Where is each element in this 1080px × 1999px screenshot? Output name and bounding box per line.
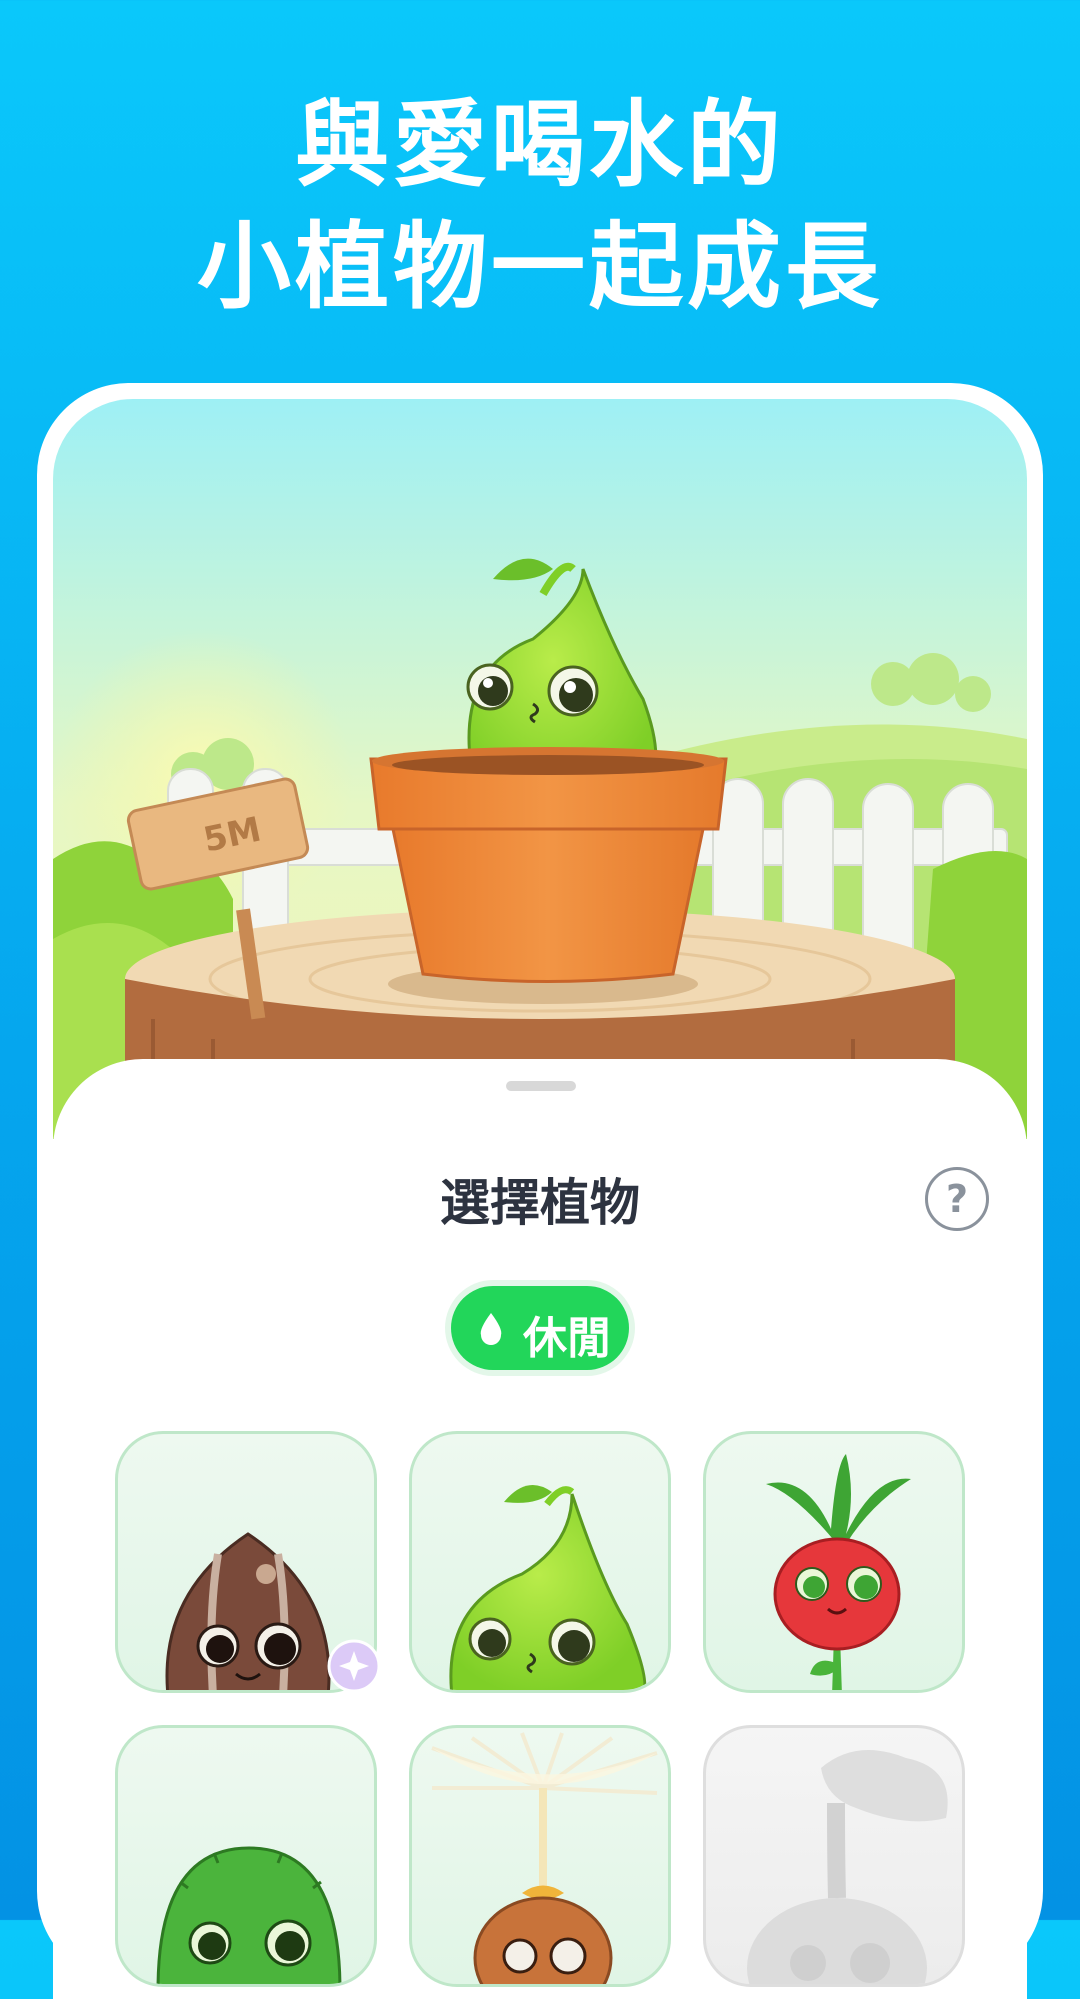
app-screen: 5M 選擇植物 ? 休閒 [53,399,1027,1999]
water-drop-icon [480,1313,502,1345]
phone-frame: 5M 選擇植物 ? 休閒 [37,383,1043,1999]
radish-character [766,1454,911,1690]
headline-line-2: 小植物一起成長 [196,213,883,322]
help-button[interactable]: ? [925,1167,989,1231]
sheet-title: 選擇植物 [440,1174,640,1232]
help-icon: ? [945,1177,969,1221]
drag-handle[interactable] [506,1081,576,1091]
garden-scene: 5M [53,399,1027,1139]
plant-card-radish[interactable] [703,1431,965,1693]
plant-card-locked[interactable] [703,1725,965,1987]
sprout-card-character [449,1484,647,1690]
dandelion-character [431,1732,658,1984]
plant-card-dandelion[interactable] [409,1725,671,1987]
category-chip-button[interactable]: 休閒 [451,1286,629,1370]
category-chip-label: 休閒 [523,1313,611,1364]
plant-card-cactus[interactable] [115,1725,377,1987]
flower-pot [369,747,728,983]
cactus-character [156,1846,342,1984]
headline: 與愛喝水的 小植物一起成長 [0,85,1080,329]
plant-card-sprout[interactable] [409,1431,671,1693]
category-chip[interactable]: 休閒 [445,1280,635,1376]
locked-plant-silhouette [747,1750,948,1984]
plant-picker-sheet: 選擇植物 ? 休閒 [53,1059,1027,1999]
sparkle-icon [327,1639,381,1693]
headline-line-1: 與愛喝水的 [294,91,785,200]
